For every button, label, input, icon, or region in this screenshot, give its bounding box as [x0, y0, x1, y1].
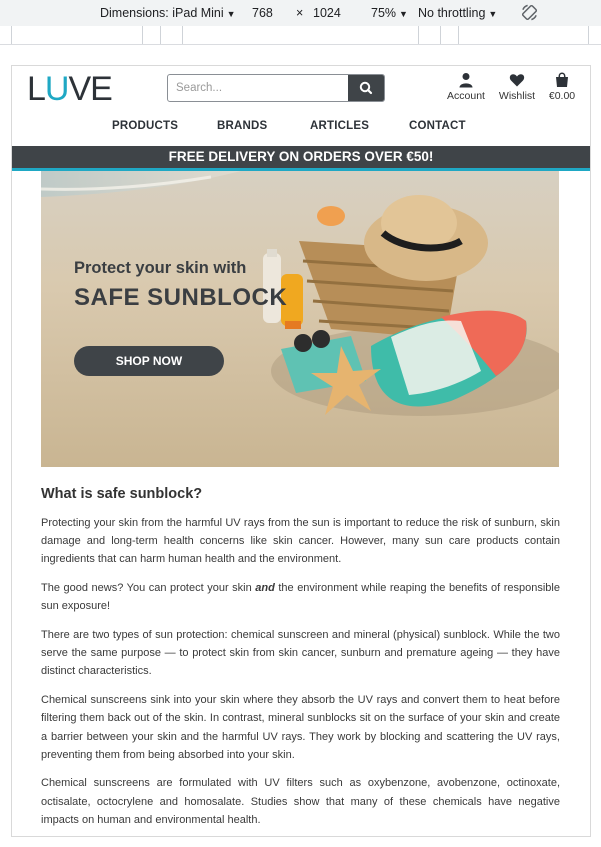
height-input[interactable]: 1024 [313, 6, 341, 20]
device-dimensions-select[interactable]: Dimensions: iPad Mini ▼ [100, 6, 236, 20]
account-label: Account [447, 90, 485, 102]
chevron-down-icon: ▼ [399, 9, 408, 19]
wishlist-link[interactable]: Wishlist [497, 72, 537, 102]
search-button[interactable] [348, 75, 384, 101]
devtools-device-toolbar: Dimensions: iPad Mini ▼ 768 × 1024 75% ▼ N… [0, 0, 601, 27]
nav-item-contact[interactable]: CONTACT [409, 120, 466, 132]
search-input[interactable] [176, 79, 341, 97]
cart-link[interactable]: €0.00 [545, 72, 579, 102]
zoom-select[interactable]: 75% ▼ [371, 6, 408, 20]
article-paragraph: The good news? You can protect your skin… [41, 579, 560, 615]
nav-item-articles[interactable]: ARTICLES [310, 120, 369, 132]
search-bar [167, 74, 385, 102]
width-input[interactable]: 768 [252, 6, 273, 20]
nav-item-products[interactable]: PRODUCTS [112, 120, 178, 132]
logo-accent-letter: U [44, 70, 70, 108]
article-paragraph: Chemical sunscreens sink into your skin … [41, 694, 560, 761]
beach-hero-image [41, 171, 559, 467]
article-paragraph: Chemical sunscreens are formulated with … [41, 777, 560, 826]
nav-item-brands[interactable]: BRANDS [217, 120, 267, 132]
chevron-down-icon: ▼ [226, 9, 236, 19]
shopping-bag-icon [556, 72, 568, 87]
paragraph-text: The good news? You can protect your skin [41, 582, 256, 595]
logo-text: L [27, 70, 46, 108]
times-symbol: × [296, 6, 304, 20]
media-query-ruler [0, 26, 601, 45]
user-icon [459, 73, 473, 88]
zoom-label: 75% [371, 6, 397, 20]
rotate-icon[interactable] [520, 3, 539, 25]
throttling-select[interactable]: No throttling ▼ [418, 6, 497, 20]
article-body: What is safe sunblock? Protecting your s… [41, 486, 560, 836]
search-icon [359, 81, 373, 95]
hero-title: SAFE SUNBLOCK [74, 284, 288, 311]
throttling-label: No throttling [418, 6, 486, 20]
shop-now-button[interactable]: SHOP NOW [74, 346, 224, 376]
wishlist-label: Wishlist [498, 90, 536, 102]
article-paragraph: Protecting your skin from the harmful UV… [41, 517, 560, 566]
account-link[interactable]: Account [446, 72, 486, 102]
chevron-down-icon: ▼ [488, 9, 498, 19]
delivery-banner: FREE DELIVERY ON ORDERS OVER €50! [12, 146, 590, 171]
heart-icon [509, 74, 525, 87]
article-paragraph: There are two types of sun protection: c… [41, 629, 560, 678]
hero-subtitle: Protect your skin with [74, 259, 247, 277]
logo-text: VE [68, 70, 112, 108]
emulated-viewport: LUVE Account Wishlist €0.00 PRODUCTS BRA… [11, 65, 591, 837]
device-label: Dimensions: iPad Mini [100, 6, 224, 20]
main-navigation: PRODUCTS BRANDS ARTICLES CONTACT [12, 114, 590, 140]
emphasis-text: and [255, 582, 275, 595]
site-logo[interactable]: LUVE [27, 69, 113, 109]
hero-banner: Protect your skin with SAFE SUNBLOCK SHO… [41, 171, 559, 467]
cart-total: €0.00 [548, 90, 576, 102]
article-heading: What is safe sunblock? [41, 486, 203, 502]
